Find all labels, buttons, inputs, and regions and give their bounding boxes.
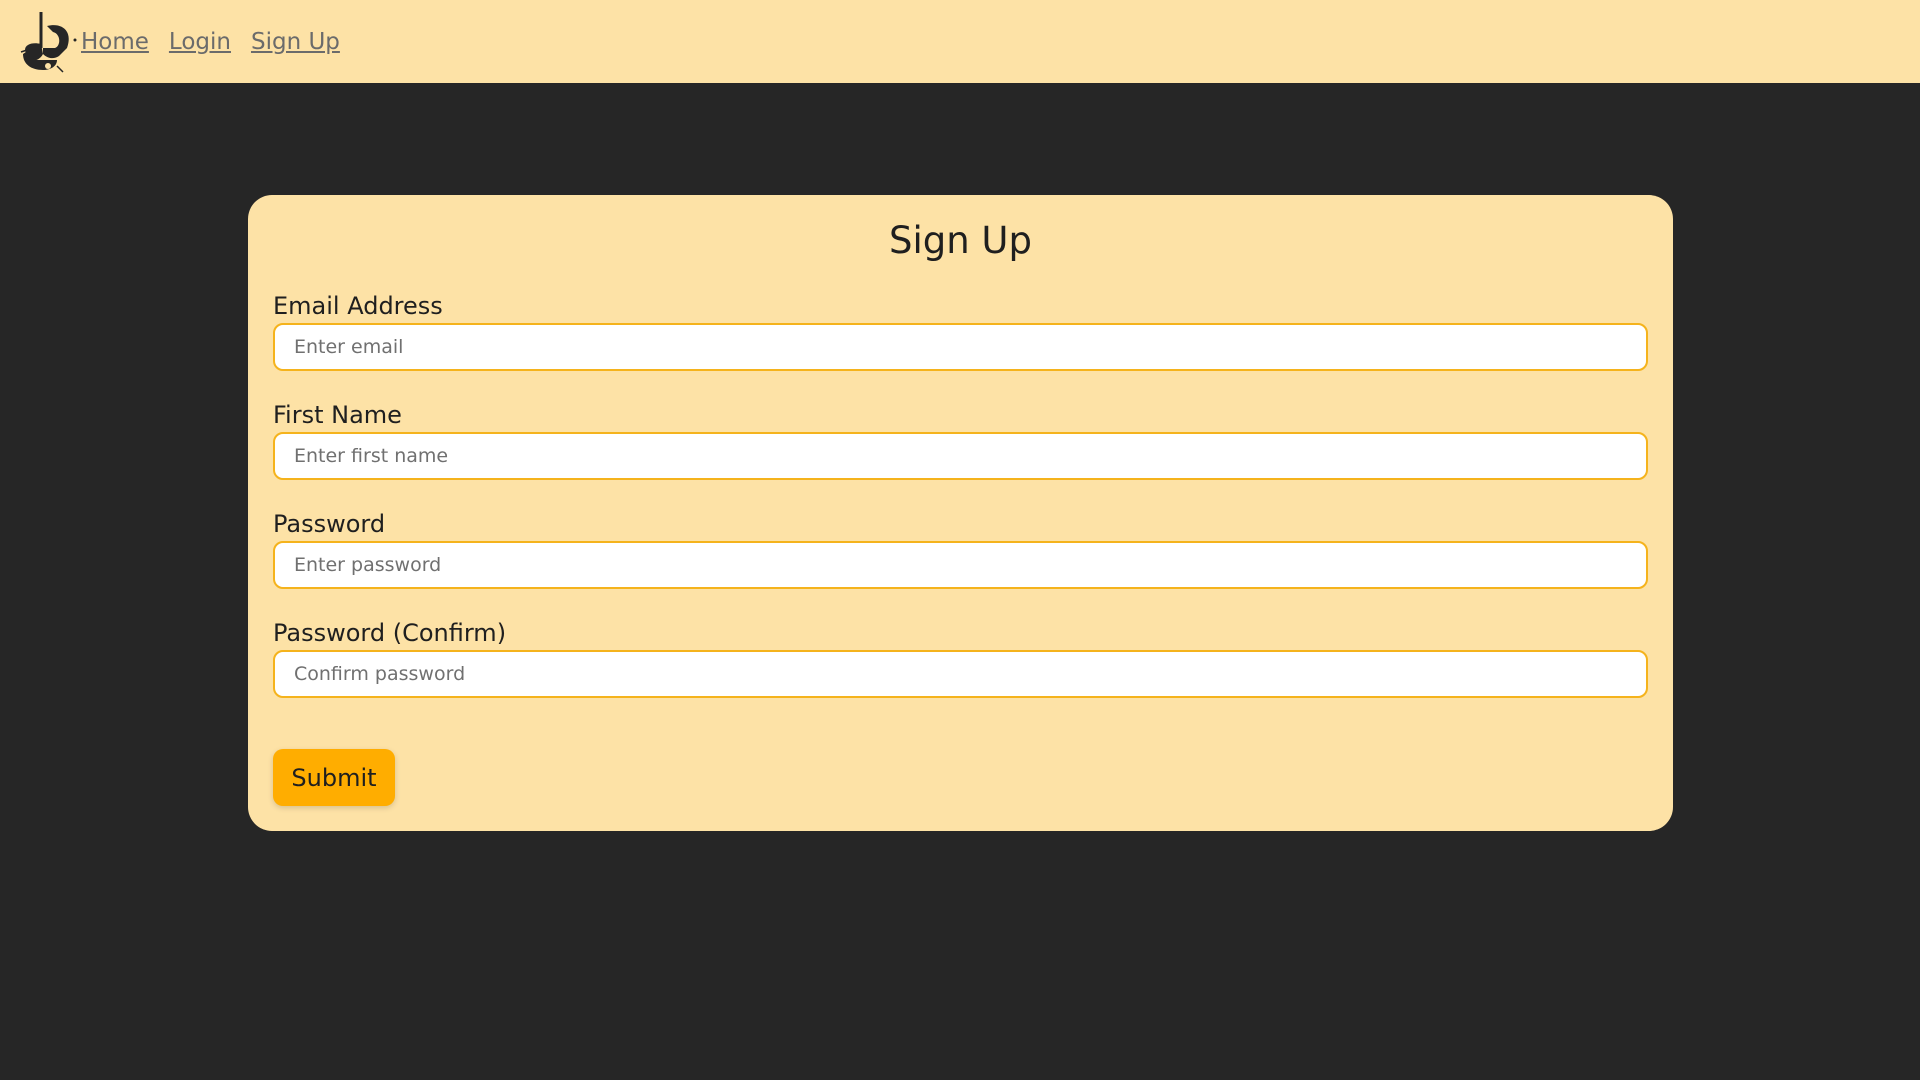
email-label: Email Address (273, 292, 443, 320)
nav-link-sign-up[interactable]: Sign Up (251, 29, 340, 55)
email-input[interactable] (273, 323, 1648, 371)
sign-up-card: Sign Up Email Address First Name Passwor… (248, 195, 1673, 831)
nav-link-login[interactable]: Login (169, 29, 231, 55)
confirm-password-input[interactable] (273, 650, 1648, 698)
password-input[interactable] (273, 541, 1648, 589)
page-title: Sign Up (888, 219, 1033, 262)
password-field-group: Password (273, 507, 1648, 589)
confirm-password-label: Password (Confirm) (273, 619, 507, 647)
email-field-group: Email Address (273, 289, 1648, 371)
python-logo-icon[interactable] (19, 10, 79, 74)
top-navbar: Home Login Sign Up (0, 0, 1920, 83)
first-name-label: First Name (273, 401, 402, 429)
submit-button[interactable]: Submit (273, 749, 395, 806)
nav-link-home[interactable]: Home (81, 29, 149, 55)
first-name-field-group: First Name (273, 398, 1648, 480)
password-label: Password (273, 510, 386, 538)
confirm-password-field-group: Password (Confirm) (273, 616, 1648, 698)
first-name-input[interactable] (273, 432, 1648, 480)
